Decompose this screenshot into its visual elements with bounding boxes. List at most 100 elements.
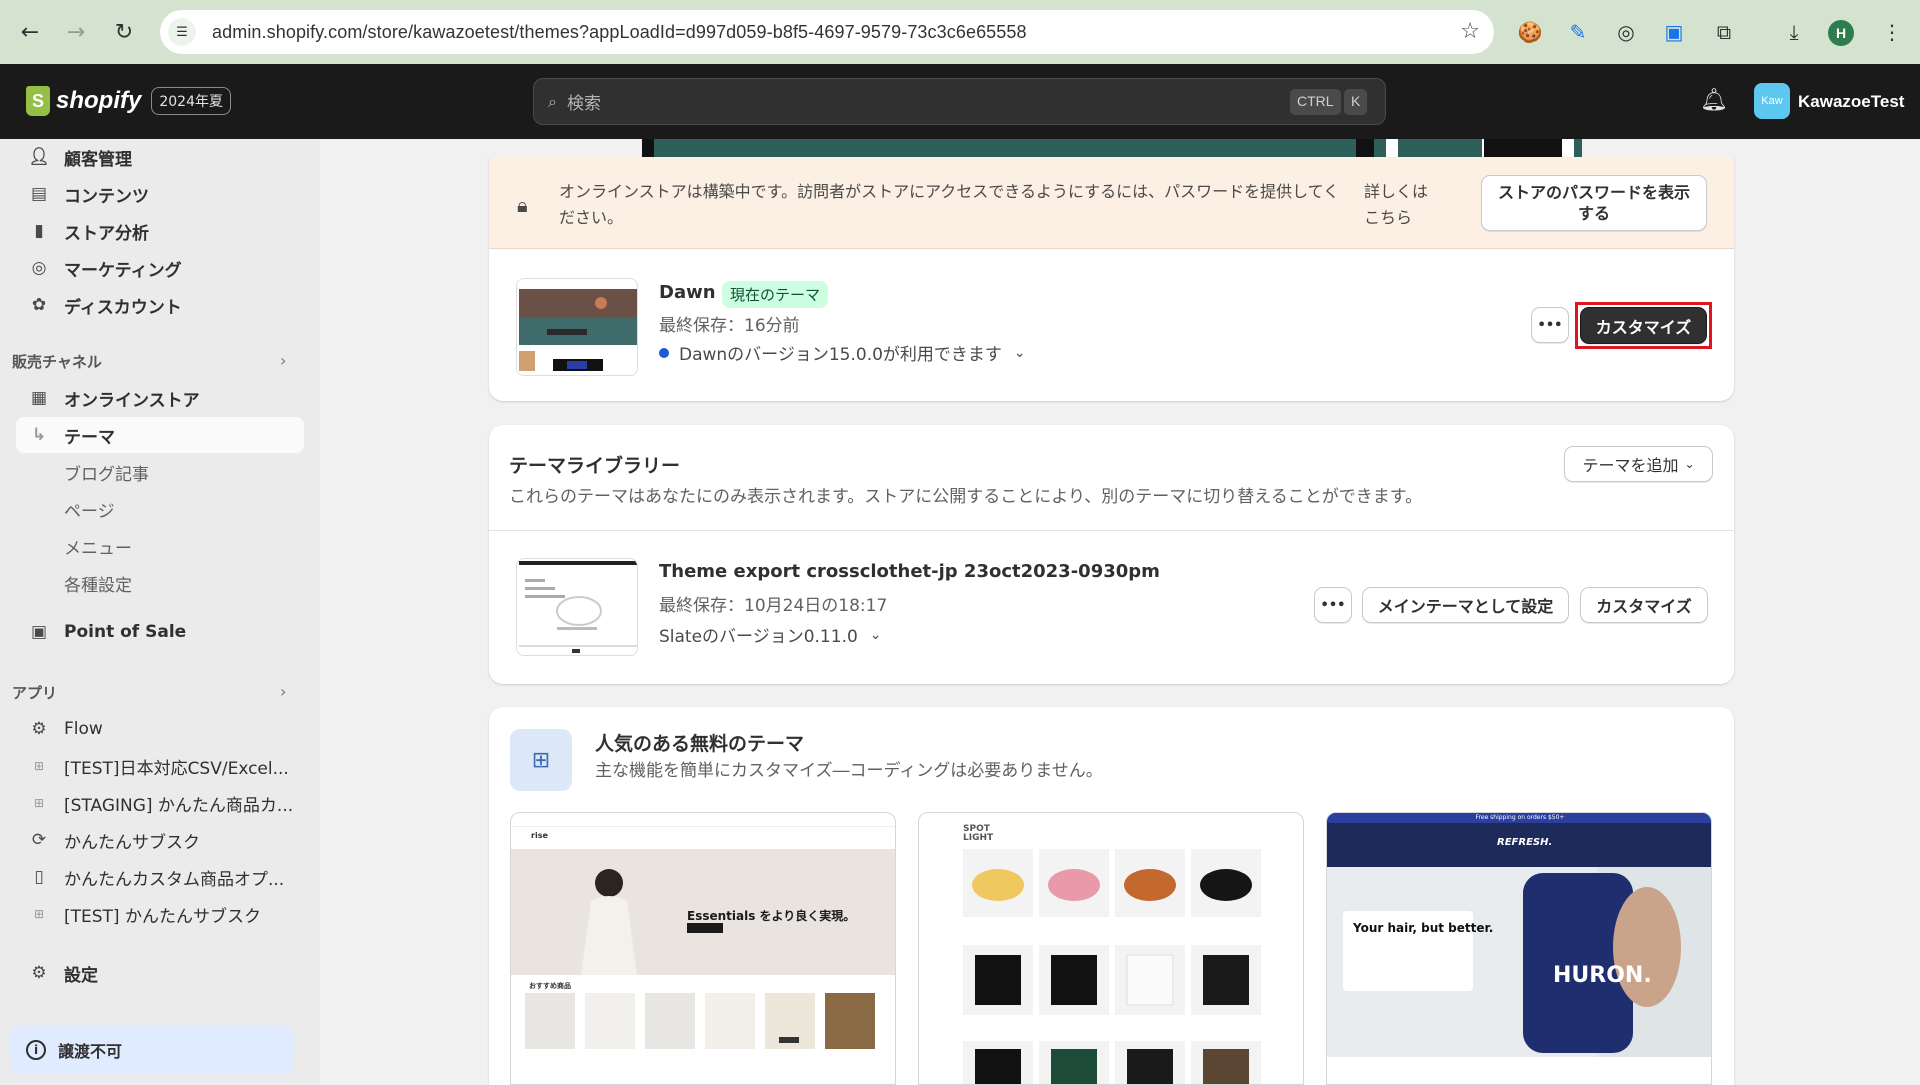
logo-wordmark: shopify	[56, 87, 142, 114]
notice-label: 譲渡不可	[58, 1042, 123, 1061]
sidebar-item-discounts[interactable]: ✿ ディスカウント	[16, 287, 304, 323]
site-info-icon[interactable]: ☰	[168, 18, 196, 46]
theme-preview-refresh[interactable]: Free shipping on orders $50+ REFRESH. Yo…	[1326, 812, 1712, 1085]
app-icon: ⊞	[33, 759, 45, 773]
theme-layout-icon: ⊞	[510, 729, 572, 791]
sidebar-app-subscription[interactable]: ⟳ かんたんサブスク	[16, 822, 304, 858]
sidebar-item-settings[interactable]: ⚙ 設定	[16, 955, 304, 991]
sidebar-app-staging[interactable]: ⊞ [STAGING] かんたん商品カ...	[16, 785, 304, 821]
shopify-logo[interactable]: S shopify 2024年夏	[26, 86, 231, 116]
learn-more-link[interactable]: 詳しくはこちら	[1364, 179, 1440, 231]
update-notice[interactable]: Dawnのバージョン15.0.0が利用できます ⌄	[659, 340, 1026, 365]
preview-headline: Your hair, but better.	[1353, 921, 1494, 935]
show-password-button[interactable]: ストアのパスワードを表示する	[1481, 175, 1707, 231]
current-theme-more-button[interactable]: •••	[1531, 307, 1569, 343]
library-customize-button[interactable]: カスタマイズ	[1580, 587, 1708, 623]
search-placeholder: 検索	[566, 94, 601, 114]
search-input[interactable]: ⌕ 検索 CTRL K	[533, 78, 1386, 125]
hero-shape	[642, 139, 654, 157]
sidebar-app-custom-option[interactable]: ▯ かんたんカスタム商品オプ...	[16, 859, 304, 895]
shortcut-k: K	[1344, 89, 1368, 115]
sidebar-item-content[interactable]: ▤ コンテンツ	[16, 176, 304, 212]
branch-arrow-icon: ↳	[31, 425, 47, 445]
library-theme-saved: 最終保存：10月24日の18:17	[659, 596, 888, 616]
reload-icon[interactable]: ↻	[110, 18, 138, 46]
extensions-puzzle-icon[interactable]: ⧉	[1710, 18, 1738, 46]
hero-shape	[1356, 139, 1374, 157]
sidebar-app-csv[interactable]: ⊞ [TEST]日本対応CSV/Excel...	[16, 748, 304, 784]
chevron-right-icon[interactable]: ›	[280, 351, 286, 370]
update-dot-icon	[659, 347, 669, 358]
sidebar-app-flow[interactable]: ⚙ Flow	[16, 711, 304, 747]
sidebar-item-label: [TEST]日本対応CSV/Excel...	[64, 758, 289, 779]
sidebar-item-label: [TEST] かんたんサブスク	[64, 906, 261, 927]
current-theme-name: Dawn	[659, 282, 716, 303]
theme-preview-spotlight[interactable]: SPOT LIGHT	[918, 812, 1304, 1085]
chevron-right-icon[interactable]: ›	[280, 682, 286, 701]
preview-products-art	[525, 993, 875, 1049]
sync-extension-icon[interactable]: ▣	[1660, 18, 1688, 46]
sidebar-app-test-subscription[interactable]: ⊞ [TEST] かんたんサブスク	[16, 896, 304, 932]
search-icon: ⌕	[548, 91, 557, 111]
lock-icon: 🔒︎	[517, 193, 528, 217]
slate-thumbnail[interactable]	[516, 558, 638, 656]
sidebar-item-preferences[interactable]: 各種設定	[16, 565, 304, 601]
preview-headline: Essentials をより良く実現。	[687, 909, 856, 923]
browser-menu-icon[interactable]: ⋮	[1878, 18, 1906, 46]
pos-icon: ▣	[30, 622, 48, 642]
sidebar-item-label: ページ	[64, 501, 115, 522]
sidebar-item-theme[interactable]: ↳ テーマ	[16, 417, 304, 453]
add-theme-label: テーマを追加	[1582, 456, 1679, 475]
library-more-button[interactable]: •••	[1314, 587, 1352, 623]
bookmark-star-icon[interactable]: ☆	[1460, 19, 1480, 44]
sidebar-item-label: かんたんサブスク	[64, 832, 200, 853]
download-icon[interactable]: ⤓	[1780, 18, 1808, 46]
cookie-extension-icon[interactable]: 🍪	[1516, 18, 1544, 46]
library-theme-name: Theme export crossclothet-jp 23oct2023-0…	[659, 561, 1160, 582]
pin-extension-icon[interactable]: ✎	[1564, 18, 1592, 46]
sidebar-item-pos[interactable]: ▣ Point of Sale	[16, 614, 304, 650]
sidebar-item-menu[interactable]: メニュー	[16, 528, 304, 564]
app-icon: ⊞	[33, 796, 45, 810]
current-theme-badge: 現在のテーマ	[722, 281, 829, 308]
bar-chart-icon: ▮	[34, 221, 44, 241]
shopify-bag-icon: S	[26, 86, 50, 116]
sidebar-item-label: オンラインストア	[64, 390, 200, 411]
sidebar-item-label: ブログ記事	[64, 464, 149, 485]
library-version[interactable]: Slateのバージョン0.11.0 ⌄	[659, 622, 882, 648]
sidebar-item-pages[interactable]: ページ	[16, 491, 304, 527]
sidebar-item-label: かんたんカスタム商品オプ...	[64, 869, 285, 890]
sidebar-item-customers[interactable]: 👤︎ 顧客管理	[16, 139, 304, 175]
bell-icon[interactable]: 🔔︎	[1700, 88, 1728, 113]
hero-shape	[1386, 139, 1398, 157]
customize-button[interactable]: カスタマイズ	[1580, 307, 1707, 344]
back-icon[interactable]: ←	[16, 18, 44, 46]
browser-toolbar: ← → ↻ ☰ admin.shopify.com/store/kawazoet…	[0, 0, 1920, 64]
shield-extension-icon[interactable]: ◎	[1612, 18, 1640, 46]
edition-badge: 2024年夏	[151, 87, 231, 115]
sidebar-item-online-store[interactable]: ▦ オンラインストア	[16, 380, 304, 416]
free-themes-title: 人気のある無料のテーマ	[595, 733, 805, 755]
user-name[interactable]: KawazoeTest	[1798, 92, 1904, 112]
sidebar-item-label: 顧客管理	[64, 149, 132, 170]
sidebar-item-marketing[interactable]: ◎ マーケティング	[16, 250, 304, 286]
theme-preview-rise[interactable]: rise Essentials をより良く実現。 おすすめ商品	[510, 812, 896, 1085]
preview-section-title: おすすめ商品	[529, 982, 571, 990]
user-avatar[interactable]: Kaw	[1754, 83, 1790, 119]
add-theme-button[interactable]: テーマを追加 ⌄	[1564, 446, 1713, 482]
profile-avatar[interactable]: H	[1828, 20, 1854, 46]
address-bar[interactable]: ☰ admin.shopify.com/store/kawazoetest/th…	[160, 10, 1494, 54]
set-main-theme-button[interactable]: メインテーマとして設定	[1362, 587, 1569, 623]
shortcut-ctrl: CTRL	[1290, 89, 1341, 115]
sidebar-item-label: 設定	[64, 965, 98, 986]
dawn-thumbnail[interactable]	[516, 278, 638, 376]
forward-icon[interactable]: →	[62, 18, 90, 46]
current-theme-saved: 最終保存：16分前	[659, 316, 800, 336]
clipboard-icon: ▯	[34, 867, 44, 887]
slate-thumbnail-art	[517, 559, 637, 655]
preview-shipping-banner: Free shipping on orders $50+	[1327, 813, 1711, 823]
library-version-text: Slateのバージョン0.11.0	[659, 627, 858, 647]
non-transferable-notice[interactable]: i 譲渡不可	[10, 1026, 294, 1074]
sidebar-item-blog[interactable]: ブログ記事	[16, 454, 304, 490]
sidebar-item-analytics[interactable]: ▮ ストア分析	[16, 213, 304, 249]
